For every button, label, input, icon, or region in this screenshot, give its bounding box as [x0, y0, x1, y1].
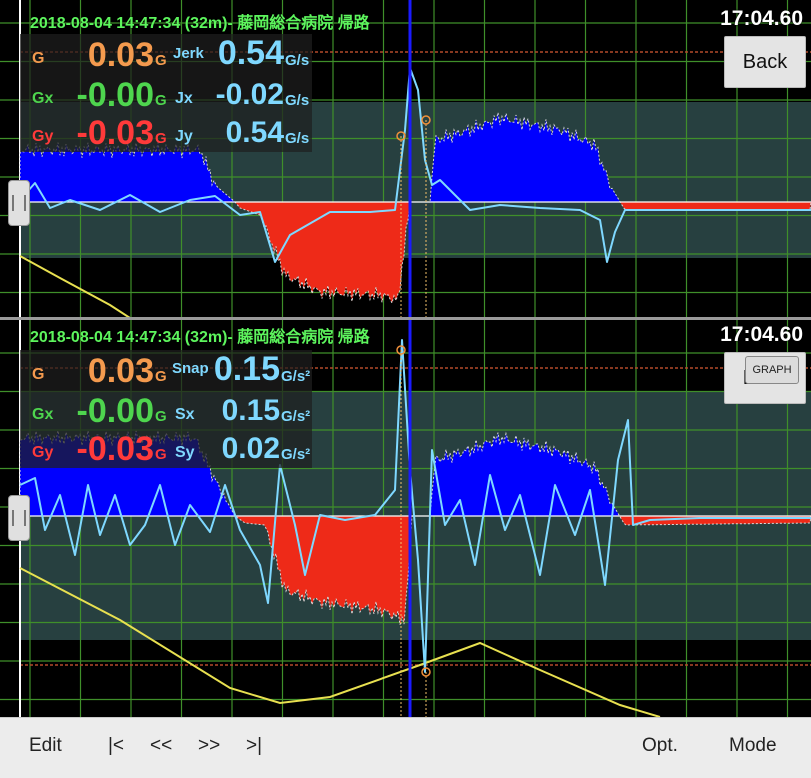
sy-unit: G/s²: [281, 446, 311, 463]
zero-level-handle[interactable]: [8, 180, 30, 226]
mode-button[interactable]: Mode: [729, 735, 777, 757]
g-label: G: [32, 50, 45, 67]
jy-label: Jy: [175, 128, 193, 145]
gy-unit: G: [155, 130, 167, 147]
trip-header: 2018-08-04 14:47:34 (32m)- 藤岡総合病院 帰路: [30, 329, 370, 346]
gy-unit: G: [155, 446, 167, 463]
gy-label: Gy: [32, 444, 54, 461]
gy-value: -0.03: [76, 114, 155, 152]
jerk-graph-panel[interactable]: 2018-08-04 14:47:34 (32m)- 藤岡総合病院 帰路 17:…: [0, 0, 811, 318]
jy-value: 0.54: [225, 116, 284, 149]
gx-label: Gx: [32, 90, 54, 107]
fast-forward-button[interactable]: >>: [198, 735, 220, 757]
g-value: 0.03: [87, 36, 154, 74]
grip-icon: [12, 195, 26, 211]
gx-label: Gx: [32, 406, 54, 423]
jy-unit: G/s: [285, 130, 310, 147]
jx-value: -0.02: [215, 78, 284, 111]
jerk-unit: G/s: [285, 52, 310, 69]
snap-value: 0.15: [213, 350, 280, 388]
sx-unit: G/s²: [281, 408, 311, 425]
app-root: 2018-08-04 14:47:34 (32m)- 藤岡総合病院 帰路 17:…: [0, 0, 811, 778]
rewind-button[interactable]: <<: [150, 735, 172, 757]
edit-button[interactable]: Edit: [29, 735, 62, 757]
jx-label: Jx: [175, 90, 193, 107]
sy-label: Sy: [175, 444, 195, 461]
gx-value: -0.00: [76, 76, 155, 114]
jx-unit: G/s: [285, 92, 310, 109]
sx-value: 0.15: [221, 394, 280, 427]
g-label: G: [32, 366, 45, 383]
gx-unit: G: [155, 408, 167, 425]
g-unit: G: [155, 52, 167, 69]
jump-start-button[interactable]: |<: [108, 735, 124, 757]
time-readout: 17:04.60: [720, 323, 803, 346]
g-value: 0.03: [87, 352, 154, 390]
snap-graph-panel[interactable]: 2018-08-04 14:47:34 (32m)- 藤岡総合病院 帰路 17:…: [0, 320, 811, 717]
snap-unit: G/s²: [281, 368, 311, 385]
options-button[interactable]: Opt.: [642, 735, 678, 757]
grip-icon: [12, 510, 26, 526]
gx-unit: G: [155, 92, 167, 109]
graph-button[interactable]: GRAPH: [745, 356, 799, 384]
time-readout: 17:04.60: [720, 7, 803, 30]
bottom-toolbar: Edit |< << >> >| Opt. Mode: [0, 717, 811, 778]
zero-level-handle[interactable]: [8, 495, 30, 541]
gy-label: Gy: [32, 128, 54, 145]
trip-header: 2018-08-04 14:47:34 (32m)- 藤岡総合病院 帰路: [30, 15, 370, 32]
g-unit: G: [155, 368, 167, 385]
jerk-value: 0.54: [217, 34, 284, 72]
back-button[interactable]: Back: [724, 36, 806, 88]
gx-value: -0.00: [76, 392, 155, 430]
gy-value: -0.03: [76, 430, 155, 468]
jump-end-button[interactable]: >|: [246, 735, 262, 757]
sx-label: Sx: [175, 406, 195, 423]
sy-value: 0.02: [221, 432, 280, 465]
